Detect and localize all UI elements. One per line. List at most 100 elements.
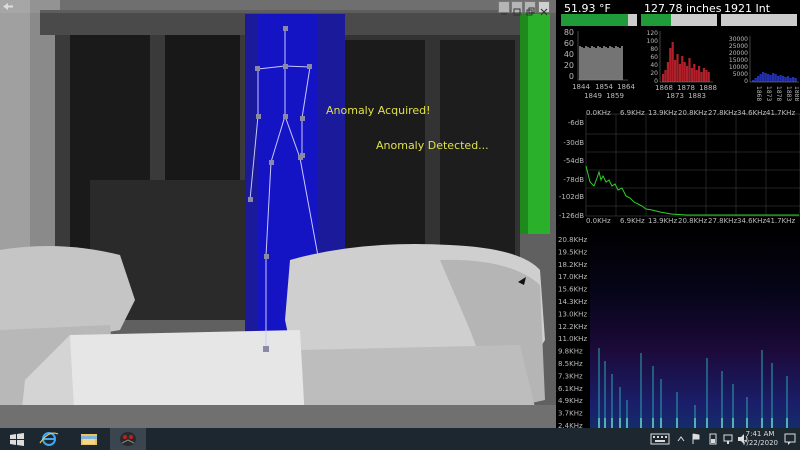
temperature-meter-fill — [561, 14, 628, 26]
mini2-bar — [686, 66, 689, 82]
mini3-xtick: 1868 — [755, 86, 762, 101]
mini3-bar — [759, 74, 762, 82]
mini-chart-3-bars — [749, 36, 799, 83]
spectrogram-freq-tick: 11.0KHz — [558, 335, 587, 343]
file-explorer-icon[interactable] — [76, 430, 102, 448]
spectrum-freq-tick: 6.9KHz — [620, 109, 645, 117]
mini3-bar — [794, 78, 797, 82]
mini3-bar — [777, 76, 780, 82]
windows-start-icon[interactable] — [4, 430, 30, 448]
mini3-ytick: 30000 — [729, 36, 748, 43]
mini2-bar — [688, 58, 691, 82]
mini2-xtick: 1878 — [677, 84, 695, 92]
spectrogram-freq-tick: 13.0KHz — [558, 310, 587, 318]
mini1-xtick: 1844 — [572, 83, 590, 91]
mini2-bar — [662, 74, 665, 82]
mini2-bar — [698, 66, 701, 82]
mini-chart-2: 120 100 80 60 40 20 0 1868 1878 1888 187… — [647, 30, 717, 100]
spectrogram-freq-tick: 20.8KHz — [558, 236, 587, 244]
spectrum-db-tick: -30dB — [563, 139, 584, 147]
mini2-bar — [702, 68, 705, 82]
spectrogram-freq-tick: 6.1KHz — [558, 385, 583, 393]
sensor-panel: 51.93 °F 127.78 inches 1921 Int 80 60 40… — [556, 0, 800, 450]
chevron-up-icon[interactable] — [677, 435, 685, 443]
spectrum-analyzer: 0.0KHz 6.9KHz 13.9KHz 20.8KHz 27.8KHz 34… — [559, 109, 800, 224]
intensity-meter — [721, 14, 797, 26]
mini1-ytick: 60 — [564, 39, 574, 48]
spectrogram-freq-tick: 9.8KHz — [558, 348, 583, 356]
mini3-bar — [774, 74, 777, 82]
mini2-bar — [700, 72, 703, 82]
window-titlebar[interactable] — [0, 0, 556, 16]
mini2-ytick: 100 — [647, 38, 659, 45]
spectrum-freq-tick: 41.7KHz — [766, 217, 795, 224]
spectrum-freq-tick: 27.8KHz — [708, 109, 737, 117]
system-clock[interactable]: 7:41 AM 7/22/2020 — [742, 430, 778, 448]
taskbar: 7:41 AM 7/22/2020 — [0, 428, 800, 450]
mini3-ytick: 20000 — [729, 50, 748, 57]
spectrum-freq-tick: 0.0KHz — [586, 217, 611, 224]
keyboard-icon[interactable] — [650, 433, 670, 445]
spectrum-freq-tick: 41.7KHz — [766, 109, 795, 117]
spectrum-freq-tick: 13.9KHz — [648, 217, 677, 224]
mini2-xtick: 1888 — [699, 84, 717, 92]
mini2-xtick: 1868 — [655, 84, 673, 92]
spectrogram: 20.8KHz 19.5KHz 18.2KHz 17.0KHz 15.6KHz 14.3K… — [558, 230, 800, 448]
active-app-tab[interactable] — [110, 428, 146, 450]
mini3-bar — [769, 75, 772, 82]
mini3-bar — [754, 78, 757, 82]
maximize-icon — [513, 8, 521, 16]
spectrum-freq-tick: 13.9KHz — [648, 109, 677, 117]
restore-button[interactable] — [524, 1, 536, 16]
mini3-xtick: 1883 — [785, 86, 792, 101]
mini3-bar — [752, 80, 755, 82]
mini2-bar — [705, 70, 708, 82]
mini2-bar — [683, 62, 686, 82]
distance-meter — [641, 14, 717, 26]
clock-time: 7:41 AM — [745, 430, 775, 438]
battery-icon[interactable] — [708, 432, 718, 446]
spectrogram-freq-tick: 18.2KHz — [558, 261, 587, 269]
mini2-bar — [664, 70, 667, 82]
mini3-bar — [792, 77, 795, 82]
mini1-ytick: 0 — [569, 72, 574, 81]
flag-icon[interactable] — [691, 433, 701, 445]
internet-explorer-icon[interactable] — [36, 430, 62, 448]
temperature-meter — [561, 14, 637, 26]
mini3-bar — [789, 78, 792, 82]
back-icon[interactable] — [2, 2, 14, 11]
mini-chart-1-bars — [577, 31, 628, 81]
spectrogram-freq-tick: 14.3KHz — [558, 298, 587, 306]
mini2-bar — [671, 42, 674, 82]
mini2-bar — [676, 54, 679, 82]
mini3-bar — [779, 75, 782, 82]
anomaly-detected-label: Anomaly Detected... — [376, 139, 489, 152]
mini-chart-2-bars — [659, 31, 713, 83]
close-icon — [540, 8, 548, 16]
mini3-bar — [782, 76, 785, 82]
network-icon[interactable] — [723, 433, 733, 445]
mini2-ytick: 80 — [650, 46, 658, 53]
restore-icon — [526, 7, 535, 16]
spectrogram-freq-tick: 12.2KHz — [558, 323, 587, 331]
anomaly-acquired-label: Anomaly Acquired! — [326, 104, 431, 117]
spectrum-freq-tick: 6.9KHz — [620, 217, 645, 224]
mini2-bar — [678, 64, 681, 82]
minimize-button[interactable] — [498, 1, 510, 15]
mini3-ytick: 15000 — [729, 57, 748, 64]
spectrogram-freq-tick: 19.5KHz — [558, 248, 587, 256]
mini3-ytick: 25000 — [729, 43, 748, 50]
mini3-bar — [757, 76, 760, 82]
spectrum-db-tick: -6dB — [568, 119, 584, 127]
close-button[interactable] — [538, 1, 550, 16]
maximize-button[interactable] — [511, 1, 523, 16]
mini3-ytick: 0 — [744, 78, 748, 85]
spectrum-db-tick: -102dB — [559, 193, 584, 201]
depth-camera-view: Anomaly Acquired! Anomaly Detected... — [0, 0, 556, 428]
spectrogram-freq-tick: 8.5KHz — [558, 360, 583, 368]
mini3-bar — [772, 73, 775, 82]
mini1-xtick: 1849 — [584, 92, 602, 100]
notifications-icon[interactable] — [784, 432, 796, 446]
mini1-xtick: 1864 — [617, 83, 635, 91]
mini3-bar — [762, 72, 765, 82]
